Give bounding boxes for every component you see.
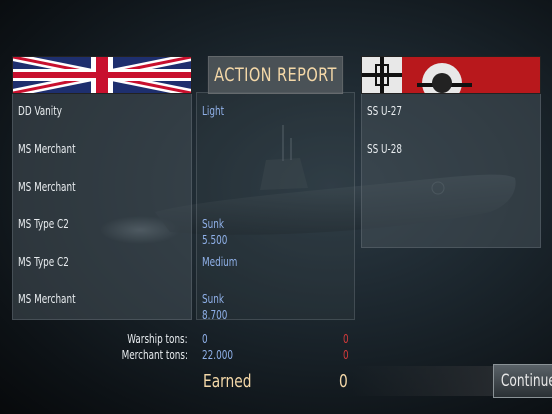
enemy-ship-1: SS U-27 bbox=[367, 104, 403, 118]
merchant-tons-enemy: 0 bbox=[343, 348, 349, 362]
merchant-tons-ally: 22.000 bbox=[202, 348, 233, 362]
warship-tons-label: Warship tons: bbox=[127, 332, 188, 346]
kriegsmarine-flag bbox=[361, 56, 541, 94]
ally-ship-1: DD Vanity bbox=[18, 104, 62, 118]
earned-value: 0 bbox=[339, 371, 348, 392]
bottom-bar bbox=[352, 366, 494, 396]
continue-button[interactable]: Continue bbox=[493, 364, 552, 398]
outcome-6-tons: 8.700 bbox=[202, 308, 228, 319]
outcome-panel bbox=[196, 92, 355, 320]
ally-ship-2: MS Merchant bbox=[18, 142, 76, 156]
outcome-4-status: Sunk bbox=[202, 217, 224, 231]
ally-ship-4: MS Type C2 bbox=[18, 217, 69, 231]
union-jack-flag bbox=[12, 56, 192, 94]
warship-tons-enemy: 0 bbox=[343, 332, 349, 346]
outcome-6-status: Sunk bbox=[202, 292, 224, 306]
merchant-tons-label: Merchant tons: bbox=[121, 348, 188, 362]
ally-ship-5: MS Type C2 bbox=[18, 255, 69, 269]
outcome-4-tons: 5.500 bbox=[202, 233, 228, 247]
earned-label: Earned bbox=[203, 371, 252, 392]
warship-tons-ally: 0 bbox=[202, 332, 208, 346]
page-title: ACTION REPORT bbox=[207, 56, 344, 94]
enemy-ship-2: SS U-28 bbox=[367, 142, 403, 156]
outcome-5-status: Medium bbox=[202, 255, 238, 269]
outcome-1-status: Light bbox=[202, 104, 225, 118]
continue-label: Continue bbox=[500, 371, 552, 391]
ally-ship-3: MS Merchant bbox=[18, 180, 76, 194]
ally-ship-6: MS Merchant bbox=[18, 292, 76, 306]
